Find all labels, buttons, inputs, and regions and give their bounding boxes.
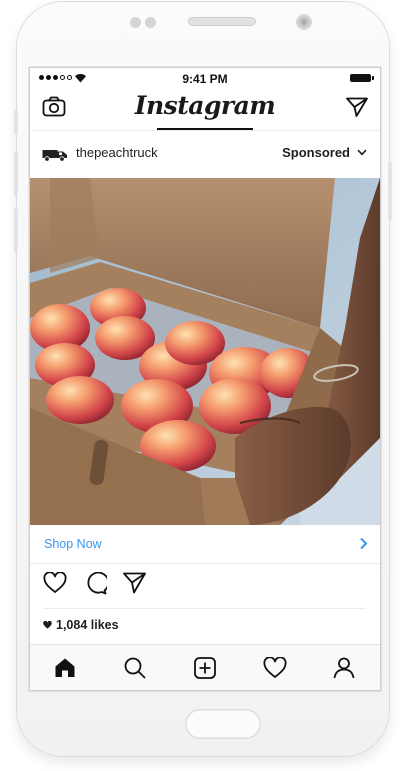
add-post-icon[interactable] (194, 657, 216, 679)
comment-icon[interactable] (84, 572, 107, 595)
home-icon[interactable] (54, 657, 76, 678)
home-button[interactable] (185, 709, 261, 739)
status-time: 9:41 PM (182, 72, 228, 86)
sponsored-label[interactable]: Sponsored (282, 145, 350, 160)
chevron-right-icon[interactable] (359, 537, 368, 550)
sensor-dot (130, 17, 141, 28)
divider (44, 608, 366, 609)
direct-send-icon[interactable] (346, 97, 368, 117)
power-button (388, 162, 392, 220)
app-header: Instagram (30, 88, 380, 131)
share-icon[interactable] (123, 572, 146, 594)
front-camera (296, 14, 312, 30)
bottom-tab-bar (30, 644, 380, 690)
likes-text: 1,084 likes (56, 618, 119, 632)
earpiece-speaker (188, 17, 256, 26)
post-actions (30, 563, 380, 605)
activity-heart-icon[interactable] (263, 657, 287, 679)
battery-icon (350, 74, 374, 82)
app-screen: 9:41 PM Instagram thepeachtruck Sponsore… (30, 68, 380, 690)
volume-up-button (14, 152, 18, 196)
small-heart-icon (43, 621, 52, 629)
post-header: thepeachtruck Sponsored (30, 131, 380, 178)
chevron-down-icon[interactable] (357, 149, 367, 156)
post-username[interactable]: thepeachtruck (76, 145, 158, 160)
logo-underline (157, 128, 253, 130)
volume-down-button (14, 208, 18, 252)
truck-avatar-icon[interactable] (42, 148, 68, 162)
profile-icon[interactable] (333, 657, 355, 679)
heart-icon[interactable] (43, 572, 67, 594)
sensor-dot (145, 17, 156, 28)
shop-now-bar[interactable]: Shop Now (30, 525, 380, 564)
peach-box-photo (30, 178, 380, 525)
mute-switch (14, 110, 18, 134)
post-image[interactable] (30, 178, 380, 525)
search-icon[interactable] (124, 657, 146, 679)
shop-now-link[interactable]: Shop Now (44, 537, 102, 551)
instagram-logo: Instagram (134, 91, 276, 120)
status-bar: 9:41 PM (30, 68, 380, 88)
likes-count[interactable]: 1,084 likes (43, 618, 119, 632)
